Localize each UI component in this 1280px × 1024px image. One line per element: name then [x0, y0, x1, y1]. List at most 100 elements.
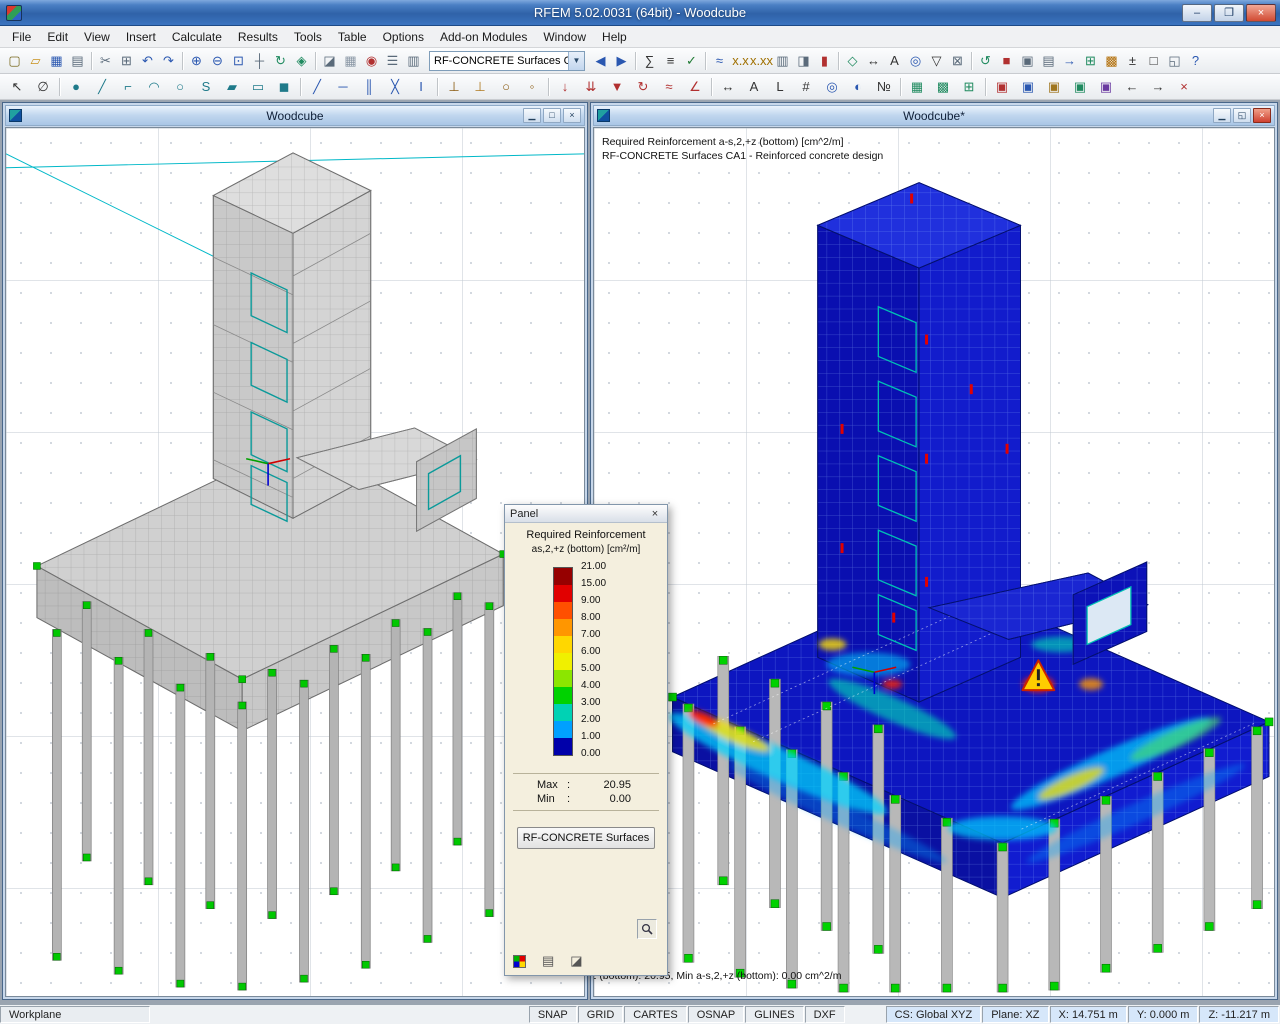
comment-icon[interactable]: A [741, 77, 767, 97]
section-icon[interactable]: I [408, 77, 434, 97]
filter-tab-icon[interactable]: ◪ [570, 953, 582, 969]
menu-item[interactable]: Help [594, 28, 635, 46]
nodal-load-icon[interactable]: ↓ [552, 77, 578, 97]
cascade-icon[interactable]: ◱ [1164, 51, 1185, 71]
mesh-icon[interactable]: ▦ [904, 77, 930, 97]
rotate-view-icon[interactable]: ↻ [270, 51, 291, 71]
node-icon[interactable]: ● [63, 77, 89, 97]
save-icon[interactable]: ▦ [46, 51, 67, 71]
status-toggle[interactable]: CARTES [624, 1006, 686, 1023]
cut-icon[interactable]: ✂ [95, 51, 116, 71]
status-toggle[interactable]: OSNAP [688, 1006, 745, 1023]
zoom-out-icon[interactable]: ⊖ [207, 51, 228, 71]
release-icon[interactable]: ◦ [519, 77, 545, 97]
dimensions-icon[interactable]: ↔ [715, 77, 741, 97]
panel-titlebar[interactable]: Panel × [505, 505, 667, 523]
grid-toggle-icon[interactable]: ▦ [340, 51, 361, 71]
loadcase-combobox[interactable]: RF-CONCRETE Surfaces CA1 ▼ [429, 51, 585, 71]
stop-icon[interactable]: ■ [996, 51, 1017, 71]
model-window-titlebar[interactable]: Woodcube ▁ □ × [5, 105, 585, 126]
print-graphic-icon[interactable]: ▤ [1038, 51, 1059, 71]
menu-item[interactable]: Add-on Modules [432, 28, 535, 46]
export-icon[interactable]: → [1059, 51, 1080, 71]
snap-toggle-icon[interactable]: ◉ [361, 51, 382, 71]
isometric-view-icon[interactable]: ◈ [291, 51, 312, 71]
chevron-down-icon[interactable]: ▼ [568, 52, 584, 70]
snapshot-icon[interactable]: ▣ [1017, 51, 1038, 71]
new-model-icon[interactable]: ▢ [4, 51, 25, 71]
moment-load-icon[interactable]: ↻ [630, 77, 656, 97]
open-model-icon[interactable]: ▱ [25, 51, 46, 71]
results-panel[interactable]: Panel × Required Reinforcement as,2,+z (… [504, 504, 668, 976]
calculation-params-icon[interactable]: ≡ [660, 51, 681, 71]
close-all-icon[interactable]: × [1171, 77, 1197, 97]
line-icon[interactable]: ╱ [89, 77, 115, 97]
numbering-icon[interactable]: № [871, 77, 897, 97]
hinge-icon[interactable]: ○ [493, 77, 519, 97]
surface-load-icon[interactable]: ▼ [604, 77, 630, 97]
menu-item[interactable]: File [4, 28, 39, 46]
results-window[interactable]: Woodcube* ▁ ◱ × Required Reinforcement a… [590, 102, 1278, 1000]
zoom-window-icon[interactable]: ⊡ [228, 51, 249, 71]
status-toggle[interactable]: DXF [805, 1006, 845, 1023]
child-maximize-button[interactable]: □ [543, 108, 561, 123]
child-restore-button[interactable]: ◱ [1233, 108, 1251, 123]
truss-icon[interactable]: ╳ [382, 77, 408, 97]
select-icon[interactable]: ↖ [4, 77, 30, 97]
export-model-icon[interactable]: → [1145, 77, 1171, 97]
clipping-icon[interactable]: ⊠ [947, 51, 968, 71]
visibility-mode-icon[interactable]: ◎ [819, 77, 845, 97]
child-minimize-button[interactable]: ▁ [523, 108, 541, 123]
results-window-titlebar[interactable]: Woodcube* ▁ ◱ × [593, 105, 1275, 126]
import-icon[interactable]: ← [1119, 77, 1145, 97]
beam-icon[interactable]: ─ [330, 77, 356, 97]
result-table-icon[interactable]: ▥ [772, 51, 793, 71]
mesh-refine-icon[interactable]: ⊞ [956, 77, 982, 97]
circle-icon[interactable]: ○ [167, 77, 193, 97]
rib-icon[interactable]: ║ [356, 77, 382, 97]
next-case-icon[interactable]: ▶ [611, 51, 632, 71]
close-button[interactable]: × [1246, 4, 1276, 22]
module-button[interactable]: RF-CONCRETE Surfaces [517, 827, 655, 849]
previous-case-icon[interactable]: ◀ [590, 51, 611, 71]
opening-icon[interactable]: ▭ [245, 77, 271, 97]
all-values-icon[interactable]: x.xx [751, 51, 772, 71]
arc-icon[interactable]: ◠ [141, 77, 167, 97]
spline-icon[interactable]: S [193, 77, 219, 97]
results-view-3d[interactable] [594, 128, 1274, 996]
zoom-in-icon[interactable]: ⊕ [186, 51, 207, 71]
rf-concrete-icon[interactable]: ▣ [989, 77, 1015, 97]
check-icon[interactable]: ✓ [681, 51, 702, 71]
renumber-icon[interactable]: # [793, 77, 819, 97]
surface-icon[interactable]: ▰ [219, 77, 245, 97]
tables-toggle-icon[interactable]: ▥ [403, 51, 424, 71]
panel-toggle-icon[interactable]: ◨ [793, 51, 814, 71]
rf-stability-icon[interactable]: ▣ [1093, 77, 1119, 97]
nodal-support-icon[interactable]: ⊥ [441, 77, 467, 97]
modules-icon[interactable]: ⊞ [1080, 51, 1101, 71]
pan-view-icon[interactable]: ┼ [249, 51, 270, 71]
text-icon[interactable]: A [884, 51, 905, 71]
navigator-toggle-icon[interactable]: ☰ [382, 51, 403, 71]
menu-item[interactable]: Tools [286, 28, 330, 46]
menu-item[interactable]: Options [375, 28, 432, 46]
model-view-3d[interactable] [6, 128, 584, 996]
menu-item[interactable]: Edit [39, 28, 76, 46]
menu-item[interactable]: Results [230, 28, 286, 46]
calculate-icon[interactable]: ∑ [639, 51, 660, 71]
zoom-legend-button[interactable] [637, 919, 657, 939]
menu-item[interactable]: Insert [118, 28, 164, 46]
menu-item[interactable]: Calculate [164, 28, 230, 46]
color-spectrum-tab-icon[interactable] [513, 955, 526, 968]
visibility-icon[interactable]: ◎ [905, 51, 926, 71]
member-icon[interactable]: ╱ [304, 77, 330, 97]
help-icon[interactable]: ? [1185, 51, 1206, 71]
measure-icon[interactable]: L [767, 77, 793, 97]
result-values-icon[interactable]: x.x [730, 51, 751, 71]
display-colors-icon[interactable]: ▩ [1101, 51, 1122, 71]
restore-button[interactable]: ❐ [1214, 4, 1244, 22]
minimize-button[interactable]: – [1182, 4, 1212, 22]
results-viewport[interactable]: Required Reinforcement a-s,2,+z (bottom)… [593, 127, 1275, 997]
show-results-icon[interactable]: ≈ [709, 51, 730, 71]
redo-icon[interactable]: ↷ [158, 51, 179, 71]
